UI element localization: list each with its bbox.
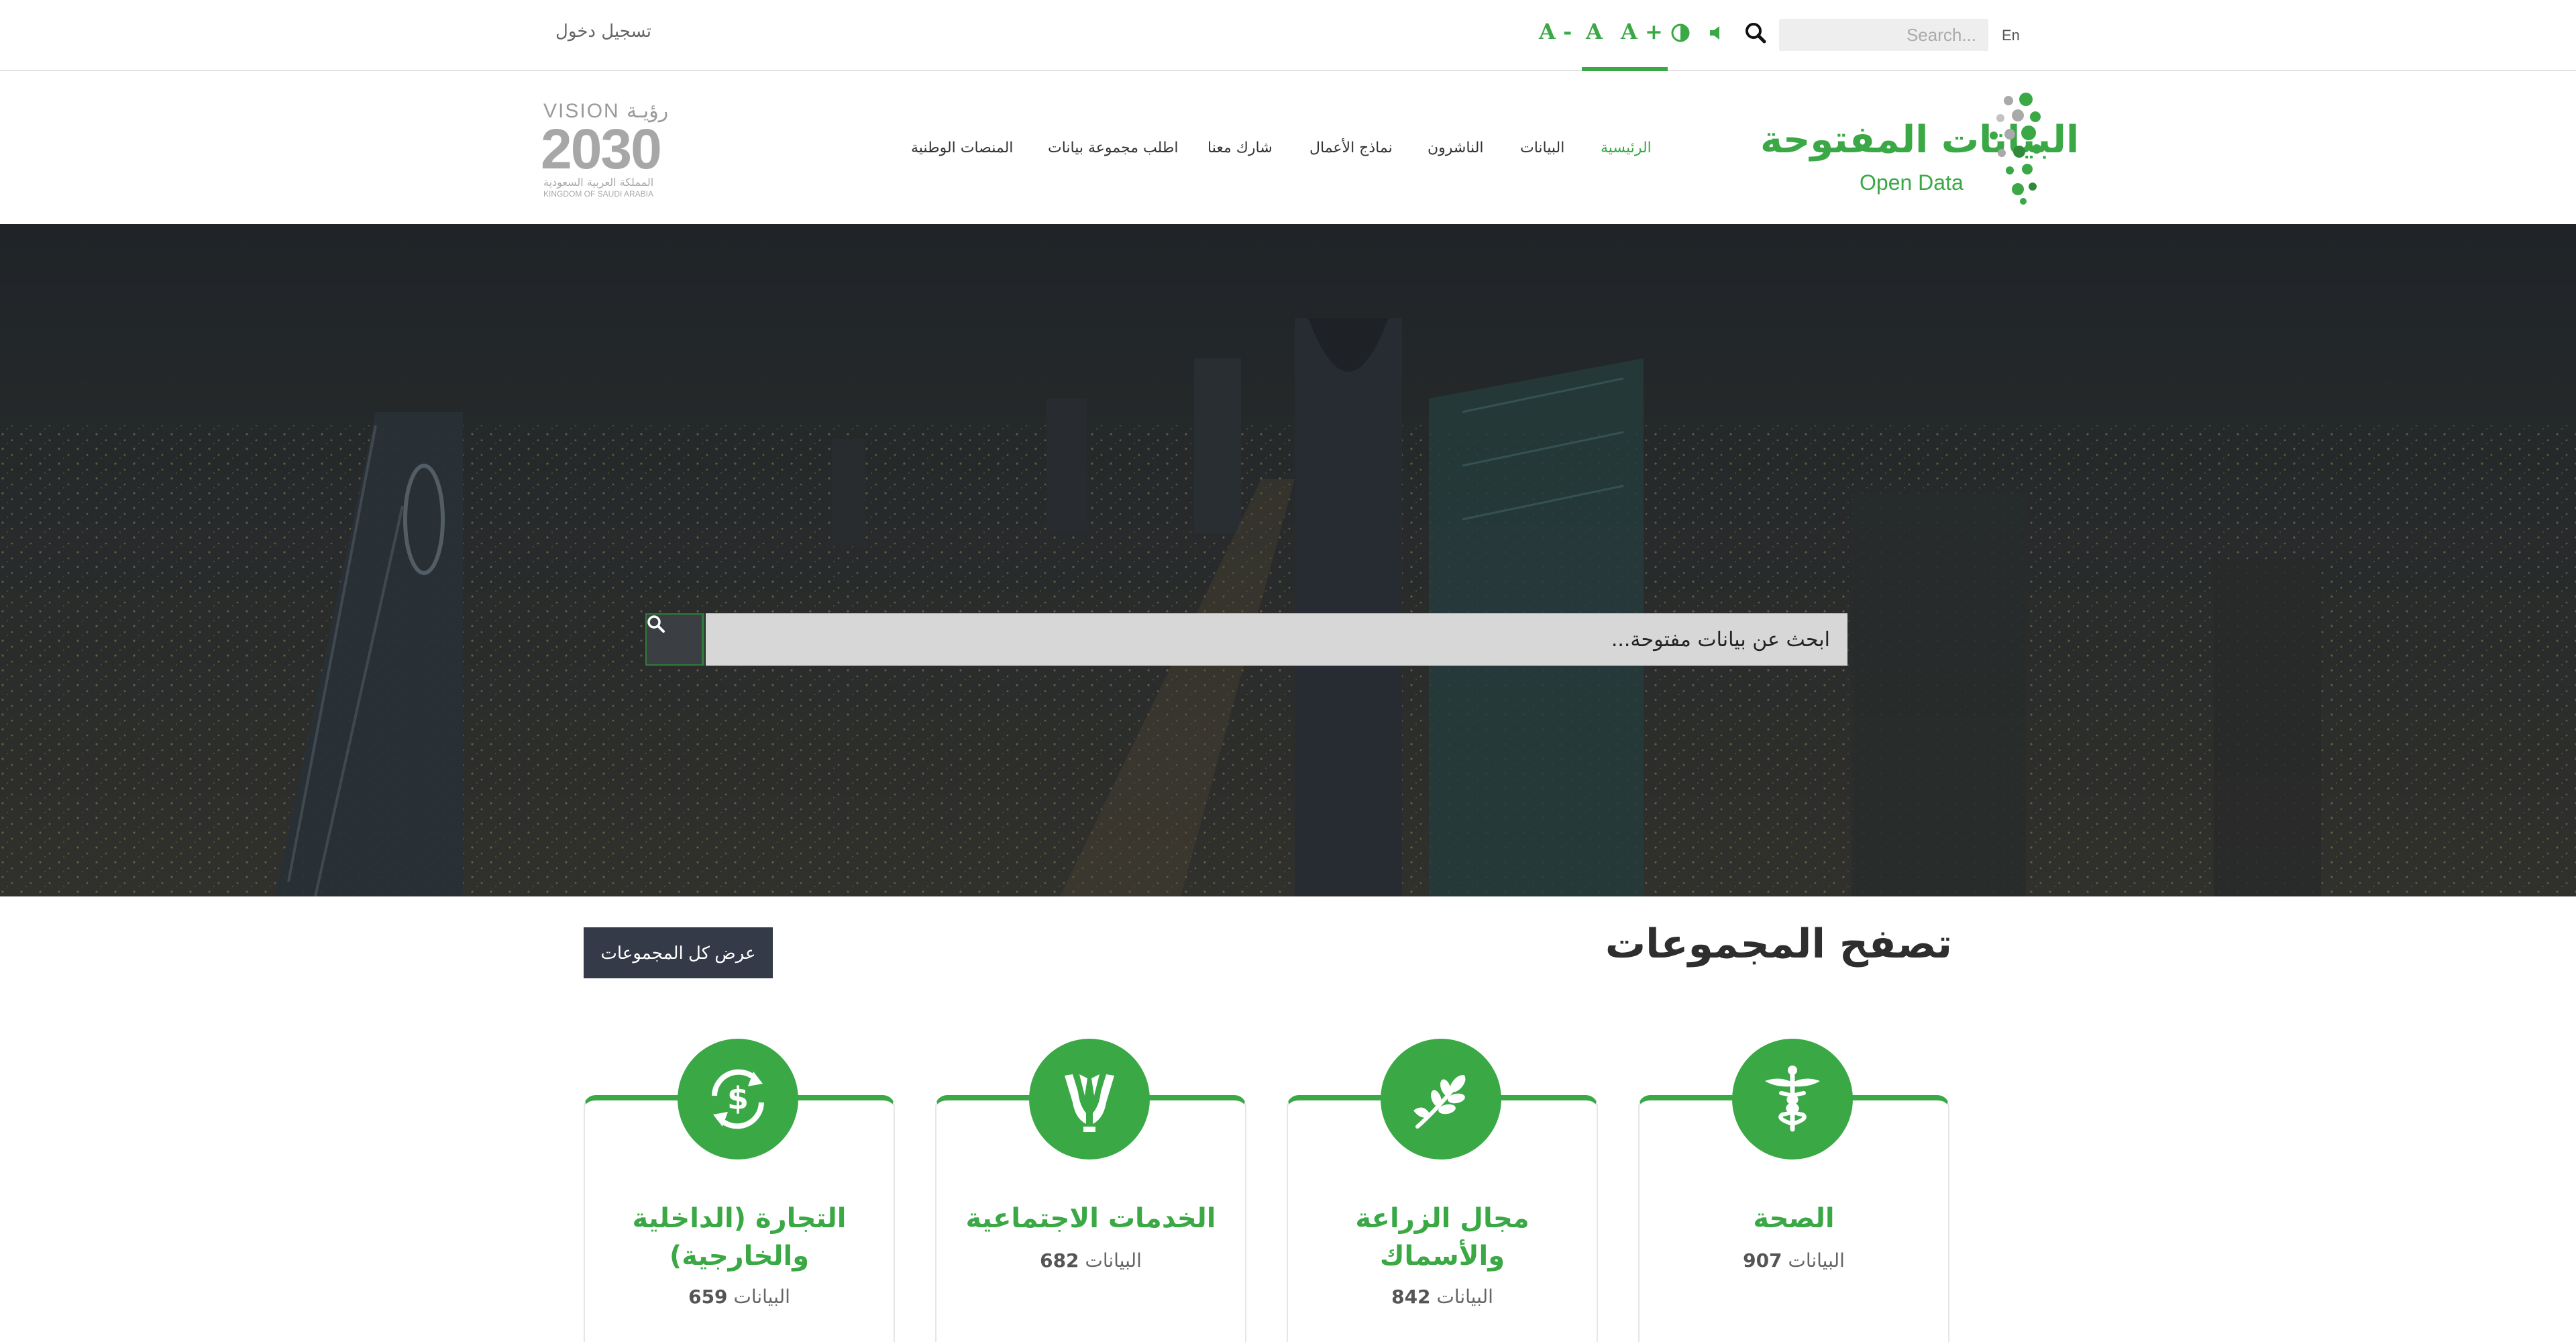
nav-publishers[interactable]: الناشرون (1428, 140, 1484, 156)
font-increase-button[interactable]: A + (1621, 19, 1663, 44)
top-bar: تسجيل دخول A - A A + En (0, 0, 2576, 71)
logo-text-en: Open Data (1860, 170, 1964, 195)
caduceus-icon (1732, 1039, 1853, 1159)
nav-participate[interactable]: شارك معنا (1208, 140, 1273, 156)
group-title-line: والخارجية) (669, 1241, 810, 1272)
group-title-agriculture[interactable]: مجال الزراعة والأسماك (1287, 1200, 1598, 1275)
search-icon[interactable] (1744, 21, 1767, 47)
logo-dots-icon (1990, 93, 2041, 205)
nav-national-platforms[interactable]: المنصات الوطنية (911, 140, 1013, 156)
count-value: 682 (1040, 1249, 1079, 1272)
group-count-health: البيانات 907 (1638, 1249, 1949, 1272)
open-data-logo[interactable]: البيانات المفتوحة Open Data (1758, 91, 2079, 205)
nav-home[interactable]: الرئيسية (1601, 140, 1652, 156)
nav-data[interactable]: البيانات (1520, 140, 1564, 156)
vision-2030-logo: VISION رؤيـة 2030 المملكة العربية السعود… (541, 99, 695, 200)
hero-banner (0, 224, 2576, 896)
group-count-social-services: البيانات 682 (935, 1249, 1246, 1272)
group-title-line: والأسماك (1379, 1241, 1505, 1272)
groups-section-title: تصفح المجموعات (1605, 921, 1952, 968)
currency-exchange-icon: $ (678, 1039, 798, 1159)
group-count-agriculture: البيانات 842 (1287, 1286, 1598, 1308)
hands-icon (1029, 1039, 1150, 1159)
hero-search-input[interactable] (706, 613, 1847, 666)
count-value: 659 (688, 1286, 728, 1308)
login-link[interactable]: تسجيل دخول (555, 21, 651, 42)
count-label: البيانات (1085, 1249, 1142, 1272)
group-title-line: مجال الزراعة (1355, 1203, 1529, 1234)
main-header: VISION رؤيـة 2030 المملكة العربية السعود… (0, 71, 2576, 224)
hero-search-bar (645, 613, 1847, 666)
count-label: البيانات (1436, 1286, 1493, 1308)
group-title-trade[interactable]: التجارة (الداخلية والخارجية) (584, 1200, 895, 1275)
nav-business-models[interactable]: نماذج الأعمال (1309, 140, 1393, 156)
count-label: البيانات (733, 1286, 790, 1308)
font-reset-button[interactable]: A (1586, 19, 1603, 44)
search-icon (647, 615, 665, 633)
city-skyline-image (0, 224, 2576, 896)
wheat-icon (1381, 1039, 1501, 1159)
vision-logo-year: 2030 (541, 117, 662, 180)
top-search-input[interactable] (1779, 19, 1988, 51)
vision-logo-en: KINGDOM OF SAUDI ARABIA (543, 189, 654, 199)
contrast-icon[interactable] (1670, 23, 1690, 46)
svg-text:$: $ (727, 1080, 749, 1117)
count-value: 907 (1743, 1249, 1782, 1272)
speaker-icon[interactable] (1708, 24, 1725, 44)
language-switch[interactable]: En (2002, 27, 2020, 44)
group-count-trade: البيانات 659 (584, 1286, 895, 1308)
group-title-social-services[interactable]: الخدمات الاجتماعية (935, 1200, 1246, 1237)
font-decrease-button[interactable]: A - (1539, 19, 1572, 44)
nav-request-dataset[interactable]: اطلب مجموعة بيانات (1048, 140, 1179, 156)
group-title-health[interactable]: الصحة (1638, 1200, 1949, 1237)
vision-logo-ar: المملكة العربية السعودية (543, 176, 654, 189)
count-label: البيانات (1788, 1249, 1845, 1272)
count-value: 842 (1391, 1286, 1431, 1308)
view-all-groups-button[interactable]: عرض كل المجموعات (584, 927, 773, 978)
hero-search-button[interactable] (645, 613, 704, 666)
group-title-line: التجارة (الداخلية (632, 1203, 847, 1234)
